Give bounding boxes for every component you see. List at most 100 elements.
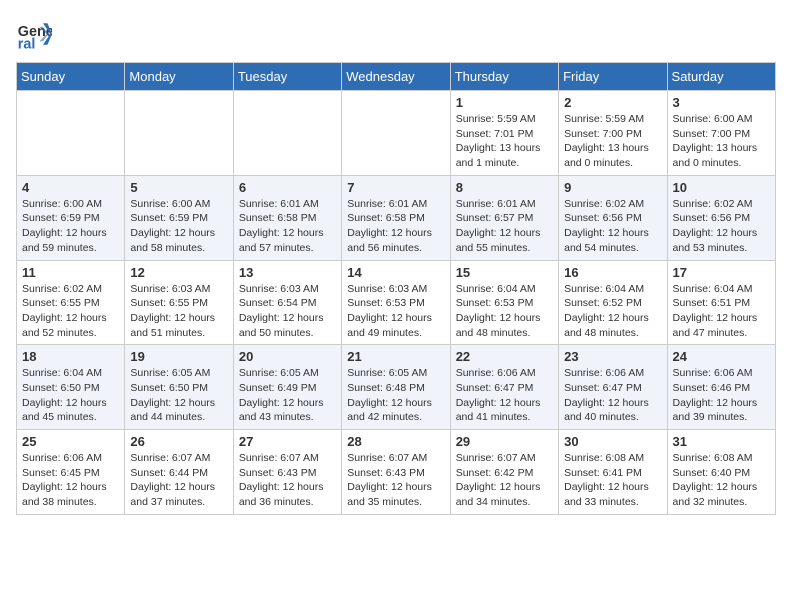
day-number: 24 (673, 349, 770, 364)
calendar-cell: 27Sunrise: 6:07 AM Sunset: 6:43 PM Dayli… (233, 430, 341, 515)
calendar-cell: 1 Sunrise: 5:59 AM Sunset: 7:01 PM Daylig… (450, 91, 558, 176)
calendar-cell: 6Sunrise: 6:01 AM Sunset: 6:58 PM Daylig… (233, 175, 341, 260)
day-info: Sunrise: 6:02 AM Sunset: 6:56 PM Dayligh… (564, 197, 661, 256)
day-info: Sunrise: 6:00 AM Sunset: 7:00 PM Dayligh… (673, 112, 770, 171)
day-number: 12 (130, 265, 227, 280)
calendar-cell: 14 Sunrise: 6:03 AM Sunset: 6:53 PM Dayli… (342, 260, 450, 345)
day-number: 16 (564, 265, 661, 280)
week-row-3: 11 Sunrise: 6:02 AM Sunset: 6:55 PM Dayli… (17, 260, 776, 345)
day-info: Sunrise: 6:01 AM Sunset: 6:57 PM Dayligh… (456, 197, 553, 256)
calendar-cell: 11 Sunrise: 6:02 AM Sunset: 6:55 PM Dayli… (17, 260, 125, 345)
day-info: Sunrise: 6:05 AM Sunset: 6:49 PM Dayligh… (239, 366, 336, 425)
calendar-header: SundayMondayTuesdayWednesdayThursdayFrid… (17, 63, 776, 91)
weekday-header-thursday: Thursday (450, 63, 558, 91)
day-info: Sunrise: 6:04 AM Sunset: 6:53 PM Dayligh… (456, 282, 553, 341)
calendar-cell: 21 Sunrise: 6:05 AM Sunset: 6:48 PM Dayli… (342, 345, 450, 430)
day-number: 13 (239, 265, 336, 280)
calendar-cell: 24 Sunrise: 6:06 AM Sunset: 6:46 PM Dayli… (667, 345, 775, 430)
calendar-body: 1 Sunrise: 5:59 AM Sunset: 7:01 PM Daylig… (17, 91, 776, 515)
calendar-cell: 12Sunrise: 6:03 AM Sunset: 6:55 PM Dayli… (125, 260, 233, 345)
calendar-cell: 16 Sunrise: 6:04 AM Sunset: 6:52 PM Dayli… (559, 260, 667, 345)
weekday-header-row: SundayMondayTuesdayWednesdayThursdayFrid… (17, 63, 776, 91)
day-number: 7 (347, 180, 444, 195)
day-number: 2 (564, 95, 661, 110)
day-number: 22 (456, 349, 553, 364)
day-number: 26 (130, 434, 227, 449)
day-number: 9 (564, 180, 661, 195)
day-number: 10 (673, 180, 770, 195)
day-info: Sunrise: 6:03 AM Sunset: 6:54 PM Dayligh… (239, 282, 336, 341)
day-number: 21 (347, 349, 444, 364)
week-row-1: 1 Sunrise: 5:59 AM Sunset: 7:01 PM Daylig… (17, 91, 776, 176)
day-info: Sunrise: 6:04 AM Sunset: 6:52 PM Dayligh… (564, 282, 661, 341)
calendar-cell: 5 Sunrise: 6:00 AM Sunset: 6:59 PM Daylig… (125, 175, 233, 260)
calendar-cell (17, 91, 125, 176)
weekday-header-sunday: Sunday (17, 63, 125, 91)
day-number: 28 (347, 434, 444, 449)
day-info: Sunrise: 6:08 AM Sunset: 6:41 PM Dayligh… (564, 451, 661, 510)
day-info: Sunrise: 6:06 AM Sunset: 6:46 PM Dayligh… (673, 366, 770, 425)
calendar-cell: 22 Sunrise: 6:06 AM Sunset: 6:47 PM Dayli… (450, 345, 558, 430)
page-header: Gene ral (16, 16, 776, 52)
day-number: 23 (564, 349, 661, 364)
day-info: Sunrise: 6:05 AM Sunset: 6:48 PM Dayligh… (347, 366, 444, 425)
day-info: Sunrise: 6:06 AM Sunset: 6:47 PM Dayligh… (456, 366, 553, 425)
day-number: 20 (239, 349, 336, 364)
day-number: 25 (22, 434, 119, 449)
calendar-cell: 17 Sunrise: 6:04 AM Sunset: 6:51 PM Dayli… (667, 260, 775, 345)
day-info: Sunrise: 6:00 AM Sunset: 6:59 PM Dayligh… (130, 197, 227, 256)
calendar-cell: 29 Sunrise: 6:07 AM Sunset: 6:42 PM Dayli… (450, 430, 558, 515)
weekday-header-friday: Friday (559, 63, 667, 91)
day-number: 6 (239, 180, 336, 195)
calendar-cell: 30 Sunrise: 6:08 AM Sunset: 6:41 PM Dayli… (559, 430, 667, 515)
day-number: 18 (22, 349, 119, 364)
day-info: Sunrise: 6:01 AM Sunset: 6:58 PM Dayligh… (347, 197, 444, 256)
day-info: Sunrise: 6:04 AM Sunset: 6:51 PM Dayligh… (673, 282, 770, 341)
weekday-header-saturday: Saturday (667, 63, 775, 91)
calendar-cell: 4 Sunrise: 6:00 AM Sunset: 6:59 PM Daylig… (17, 175, 125, 260)
day-info: Sunrise: 6:05 AM Sunset: 6:50 PM Dayligh… (130, 366, 227, 425)
calendar-cell (233, 91, 341, 176)
calendar-cell: 15 Sunrise: 6:04 AM Sunset: 6:53 PM Dayli… (450, 260, 558, 345)
day-number: 5 (130, 180, 227, 195)
day-info: Sunrise: 6:07 AM Sunset: 6:42 PM Dayligh… (456, 451, 553, 510)
day-info: Sunrise: 6:04 AM Sunset: 6:50 PM Dayligh… (22, 366, 119, 425)
day-info: Sunrise: 6:06 AM Sunset: 6:47 PM Dayligh… (564, 366, 661, 425)
day-info: Sunrise: 6:03 AM Sunset: 6:53 PM Dayligh… (347, 282, 444, 341)
day-info: Sunrise: 6:02 AM Sunset: 6:55 PM Dayligh… (22, 282, 119, 341)
week-row-5: 25 Sunrise: 6:06 AM Sunset: 6:45 PM Dayli… (17, 430, 776, 515)
day-number: 29 (456, 434, 553, 449)
logo-icon: Gene ral (16, 16, 52, 52)
calendar-cell: 26 Sunrise: 6:07 AM Sunset: 6:44 PM Dayli… (125, 430, 233, 515)
svg-text:ral: ral (18, 36, 36, 52)
day-number: 14 (347, 265, 444, 280)
day-number: 4 (22, 180, 119, 195)
day-info: Sunrise: 6:07 AM Sunset: 6:44 PM Dayligh… (130, 451, 227, 510)
day-number: 1 (456, 95, 553, 110)
day-info: Sunrise: 6:07 AM Sunset: 6:43 PM Dayligh… (239, 451, 336, 510)
logo: Gene ral (16, 16, 56, 52)
calendar-cell: 18 Sunrise: 6:04 AM Sunset: 6:50 PM Dayli… (17, 345, 125, 430)
week-row-4: 18 Sunrise: 6:04 AM Sunset: 6:50 PM Dayli… (17, 345, 776, 430)
calendar-cell: 28Sunrise: 6:07 AM Sunset: 6:43 PM Dayli… (342, 430, 450, 515)
day-number: 17 (673, 265, 770, 280)
calendar-cell: 9 Sunrise: 6:02 AM Sunset: 6:56 PM Daylig… (559, 175, 667, 260)
day-number: 8 (456, 180, 553, 195)
weekday-header-wednesday: Wednesday (342, 63, 450, 91)
day-number: 19 (130, 349, 227, 364)
day-info: Sunrise: 6:00 AM Sunset: 6:59 PM Dayligh… (22, 197, 119, 256)
day-info: Sunrise: 5:59 AM Sunset: 7:00 PM Dayligh… (564, 112, 661, 171)
day-number: 11 (22, 265, 119, 280)
day-info: Sunrise: 5:59 AM Sunset: 7:01 PM Dayligh… (456, 112, 553, 171)
calendar-cell: 19 Sunrise: 6:05 AM Sunset: 6:50 PM Dayli… (125, 345, 233, 430)
day-number: 30 (564, 434, 661, 449)
day-number: 15 (456, 265, 553, 280)
calendar-cell: 25 Sunrise: 6:06 AM Sunset: 6:45 PM Dayli… (17, 430, 125, 515)
calendar-cell: 8 Sunrise: 6:01 AM Sunset: 6:57 PM Daylig… (450, 175, 558, 260)
calendar-cell: 13 Sunrise: 6:03 AM Sunset: 6:54 PM Dayli… (233, 260, 341, 345)
day-info: Sunrise: 6:06 AM Sunset: 6:45 PM Dayligh… (22, 451, 119, 510)
calendar-cell: 20 Sunrise: 6:05 AM Sunset: 6:49 PM Dayli… (233, 345, 341, 430)
calendar-cell: 2 Sunrise: 5:59 AM Sunset: 7:00 PM Daylig… (559, 91, 667, 176)
calendar-cell: 3Sunrise: 6:00 AM Sunset: 7:00 PM Daylig… (667, 91, 775, 176)
calendar-table: SundayMondayTuesdayWednesdayThursdayFrid… (16, 62, 776, 515)
